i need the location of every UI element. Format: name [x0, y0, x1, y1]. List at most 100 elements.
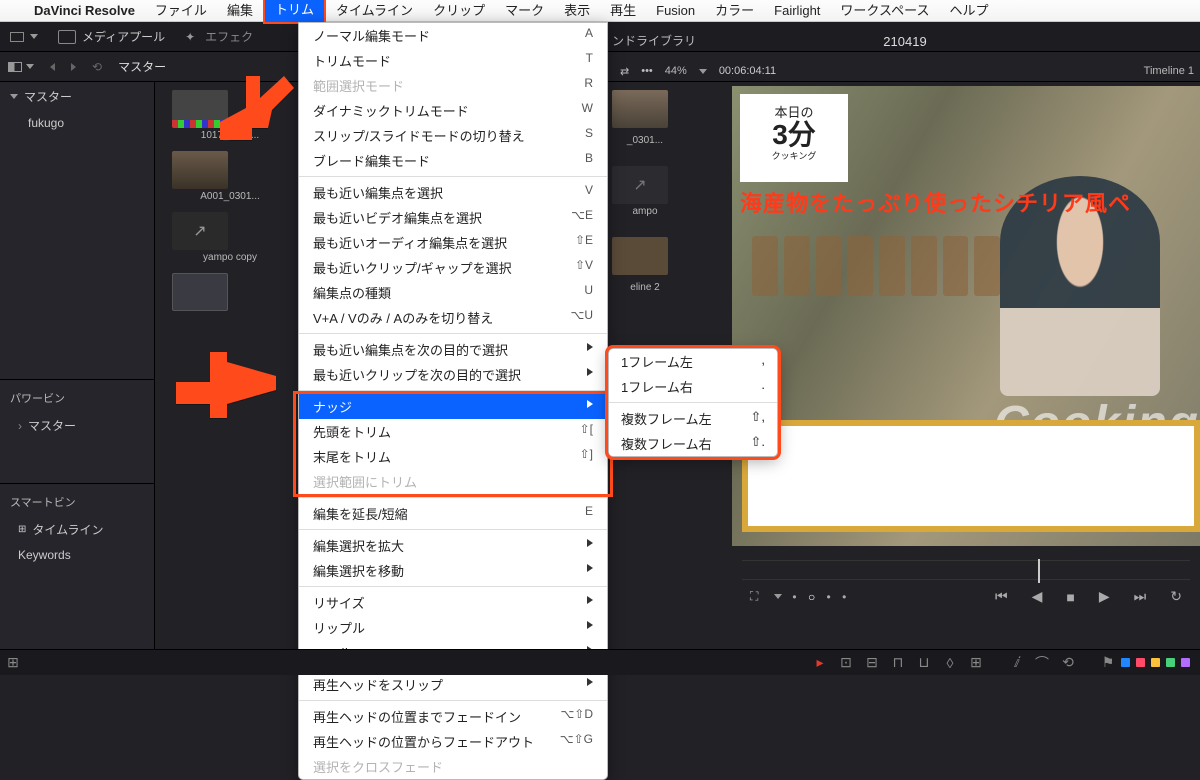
menu-item[interactable]: 再生ヘッドの位置までフェードイン⌥⇧D — [299, 704, 607, 729]
menu-item[interactable]: 末尾をトリム⇧] — [299, 444, 607, 469]
menu-item[interactable]: 編集選択を移動 — [299, 558, 607, 583]
menu-item[interactable]: 編集を延長/短縮E — [299, 501, 607, 526]
menu-ワークスペース[interactable]: ワークスペース — [830, 0, 939, 22]
menu-クリップ[interactable]: クリップ — [423, 0, 495, 22]
menu-表示[interactable]: 表示 — [554, 0, 600, 22]
play-reverse-icon[interactable]: ◀ — [1026, 588, 1049, 605]
sidebar-smart-timeline[interactable]: ⊞タイムライン — [0, 516, 154, 543]
play-icon[interactable]: ▶ — [1093, 588, 1116, 605]
chain-icon[interactable]: ⟲ — [1055, 654, 1081, 671]
menu-再生[interactable]: 再生 — [600, 0, 646, 22]
menu-編集[interactable]: 編集 — [217, 0, 263, 22]
source-viewer[interactable]: 本日の 3分 クッキング 海産物をたっぷり使ったシチリア風ペ Cooking — [732, 86, 1200, 546]
effects-tab[interactable]: エフェク — [175, 28, 263, 45]
nav-back[interactable] — [42, 63, 63, 71]
menu-item[interactable]: 編集点の種類U — [299, 280, 607, 305]
menu-item[interactable]: 再生ヘッドの位置からフェードアウト⌥⇧G — [299, 729, 607, 754]
menu-ヘルプ[interactable]: ヘルプ — [939, 0, 998, 22]
menu-item[interactable]: 先頭をトリム⇧[ — [299, 419, 607, 444]
link-icon[interactable]: ⟲ — [84, 60, 110, 74]
menu-item[interactable]: スリップ/スライドモードの切り替えS — [299, 123, 607, 148]
menu-item[interactable]: リサイズ — [299, 590, 607, 615]
submenu-item[interactable]: 1フレーム右. — [609, 374, 777, 399]
menu-item[interactable]: トリムモードT — [299, 48, 607, 73]
viewer-title-bar: 210419 — [610, 30, 1200, 52]
menu-item[interactable]: ダイナミックトリムモードW — [299, 98, 607, 123]
menu-item[interactable]: 再生ヘッドをスリップ — [299, 672, 607, 697]
submenu-item[interactable]: 1フレーム左, — [609, 349, 777, 374]
timeline-thumb[interactable] — [612, 237, 668, 275]
stop-icon[interactable]: ■ — [1060, 589, 1080, 605]
clip-thumb[interactable] — [172, 151, 228, 189]
marker-dots: • ○ • • — [792, 590, 850, 604]
bin-thumb[interactable] — [172, 273, 228, 311]
flag-icon[interactable]: ⚑ — [1095, 654, 1121, 671]
tool-icon[interactable]: ⊡ — [833, 654, 859, 671]
menu-item[interactable]: 最も近い編集点を選択V — [299, 180, 607, 205]
menu-item[interactable]: 最も近い編集点を次の目的で選択 — [299, 337, 607, 362]
menu-item[interactable]: 編集選択を拡大 — [299, 533, 607, 558]
page-cut-icon[interactable]: ⊞ — [0, 654, 26, 671]
playhead-icon[interactable] — [1038, 559, 1040, 583]
viewer-more-icon[interactable]: ••• — [641, 65, 653, 77]
menu-item[interactable]: 最も近いクリップを次の目的で選択 — [299, 362, 607, 387]
clip-thumb[interactable]: ↗ — [612, 166, 668, 204]
menu-item[interactable]: ノーマル編集モードA — [299, 23, 607, 48]
link-tool-icon[interactable]: ⅈ — [1003, 654, 1029, 671]
color-tag[interactable] — [1181, 658, 1190, 667]
menu-item[interactable]: 最も近いオーディオ編集点を選択⇧E — [299, 230, 607, 255]
tool-icon[interactable]: ⊞ — [963, 654, 989, 671]
sidebar-powerbins-master[interactable]: ›マスター — [0, 412, 154, 439]
expand-toggle[interactable] — [0, 32, 48, 42]
arrow-tool-icon[interactable]: ▸ — [807, 654, 833, 671]
tool-icon[interactable]: ◊ — [937, 655, 963, 671]
color-tag[interactable] — [1166, 658, 1175, 667]
nav-fwd[interactable] — [63, 63, 84, 71]
sound-library-tab[interactable]: ンドライブラリ — [612, 32, 696, 49]
clip-thumb[interactable]: ↗ — [172, 212, 228, 250]
menu-item[interactable]: 最も近いクリップ/ギャップを選択⇧V — [299, 255, 607, 280]
media-pool-tab[interactable]: メディアプール — [48, 28, 175, 45]
layout-toggle[interactable] — [0, 62, 42, 72]
menu-Fairlight[interactable]: Fairlight — [764, 0, 830, 22]
menu-item[interactable]: ナッジ — [299, 394, 607, 419]
color-tag[interactable] — [1136, 658, 1145, 667]
clip-thumb[interactable] — [612, 90, 668, 128]
crop-icon[interactable]: ⛶ — [744, 589, 764, 604]
clip-label: eline 2 — [610, 282, 680, 293]
menu-item[interactable]: V+A / Vのみ / Aのみを切り替え⌥U — [299, 305, 607, 330]
tool-icon[interactable]: ⊓ — [885, 654, 911, 671]
tool-icon[interactable]: ⊟ — [859, 654, 885, 671]
timeline-label[interactable]: Timeline 1 — [1144, 65, 1200, 77]
magnet-icon[interactable]: ⌒ — [1029, 653, 1055, 673]
submenu-item[interactable]: 複数フレーム左⇧, — [609, 406, 777, 431]
sidebar-powerbins-header[interactable]: パワービン — [0, 384, 154, 412]
menu-マーク[interactable]: マーク — [495, 0, 554, 22]
breadcrumb-master[interactable]: マスター — [110, 58, 174, 75]
zoom-level[interactable]: 44% — [665, 65, 687, 77]
sidebar-master-header[interactable]: マスター — [0, 82, 154, 111]
menu-ファイル[interactable]: ファイル — [145, 0, 217, 22]
color-tag[interactable] — [1121, 658, 1130, 667]
menu-item[interactable]: 最も近いビデオ編集点を選択⌥E — [299, 205, 607, 230]
menu-タイムライン[interactable]: タイムライン — [326, 0, 423, 22]
timecode[interactable]: 00:06:04:11 — [719, 65, 776, 77]
menu-item[interactable]: ブレード編集モードB — [299, 148, 607, 173]
loop-icon[interactable]: ↻ — [1164, 588, 1188, 605]
sidebar-smartbins-header[interactable]: スマートビン — [0, 488, 154, 516]
viewer-tool-icon[interactable]: ⇄ — [620, 65, 629, 78]
viewer-transport: ⛶ • ○ • • ⏮ ◀ ■ ▶ ⏭ ↻ — [732, 556, 1200, 616]
menu-item[interactable]: リップル — [299, 615, 607, 640]
color-tags[interactable] — [1121, 658, 1190, 667]
tool-icon[interactable]: ⊔ — [911, 654, 937, 671]
submenu-item[interactable]: 複数フレーム右⇧. — [609, 431, 777, 456]
menu-トリム[interactable]: トリム — [263, 0, 326, 24]
jump-start-icon[interactable]: ⏮ — [989, 588, 1014, 605]
sidebar-item-fukugo[interactable]: fukugo — [0, 111, 154, 135]
jump-end-icon[interactable]: ⏭ — [1128, 588, 1153, 605]
sidebar-smart-keywords[interactable]: Keywords — [0, 543, 154, 567]
color-tag[interactable] — [1151, 658, 1160, 667]
menu-Fusion[interactable]: Fusion — [646, 0, 705, 22]
scrub-bar[interactable] — [742, 560, 1190, 580]
menu-カラー[interactable]: カラー — [705, 0, 764, 22]
